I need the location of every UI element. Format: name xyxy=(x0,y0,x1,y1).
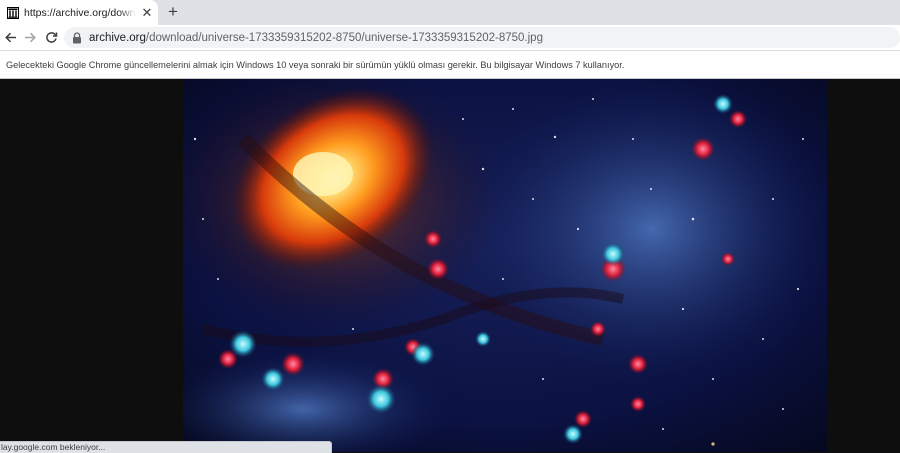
galaxy-picture xyxy=(183,79,827,452)
info-bar-message: Gelecekteki Google Chrome güncellemeleri… xyxy=(6,59,625,70)
close-icon[interactable]: ✕ xyxy=(140,5,154,20)
url-host: archive.org xyxy=(89,31,146,44)
arrow-right-icon[interactable] xyxy=(21,28,39,46)
plus-icon[interactable]: + xyxy=(164,2,182,21)
reload-icon[interactable] xyxy=(42,28,60,46)
tab-strip: https://archive.org/download/universe-17… xyxy=(0,0,900,25)
tab-title: https://archive.org/download/universe-17… xyxy=(24,6,136,19)
toolbar: archive.org/download/universe-1733359315… xyxy=(0,25,900,51)
arrow-left-icon[interactable] xyxy=(1,28,19,46)
galaxy-image[interactable] xyxy=(183,79,827,452)
address-bar[interactable]: archive.org/download/universe-1733359315… xyxy=(64,27,900,48)
archive-icon xyxy=(7,6,19,19)
info-bar: Gelecekteki Google Chrome güncellemeleri… xyxy=(0,51,900,79)
page-content xyxy=(0,79,900,452)
lock-icon[interactable] xyxy=(72,31,82,44)
status-bar: lay.google.com bekleniyor... xyxy=(0,441,332,453)
url-path: /download/universe-1733359315202-8750/un… xyxy=(145,31,543,44)
active-tab[interactable]: https://archive.org/download/universe-17… xyxy=(0,0,158,25)
url-text[interactable]: archive.org/download/universe-1733359315… xyxy=(89,32,543,44)
